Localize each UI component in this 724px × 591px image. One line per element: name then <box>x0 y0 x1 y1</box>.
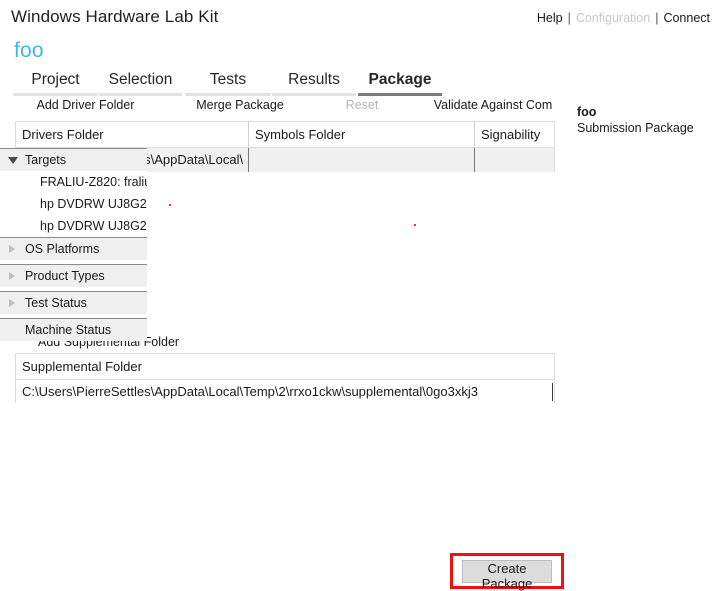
header-separator-2: | <box>655 11 659 25</box>
tab-tests[interactable]: Tests <box>185 70 271 96</box>
annotation-dot-1 <box>169 204 171 206</box>
tab-strip: Project Selection Tests Results Package <box>0 70 724 96</box>
tree-group-label-targets: Targets <box>25 153 66 167</box>
supplemental-grid-header: Supplemental Folder <box>16 354 554 380</box>
tab-package-label: Package <box>368 71 432 88</box>
panel-project-title: foo <box>577 105 597 119</box>
validate-against-com-button[interactable]: Validate Against Com <box>413 96 573 117</box>
tree-group-header-test-status[interactable]: Test Status <box>0 291 147 314</box>
drivers-grid-header: Drivers Folder Symbols Folder Signabilit… <box>16 122 554 148</box>
triangle-right-icon[interactable] <box>9 299 15 307</box>
tree-group-header-os-platforms[interactable]: OS Platforms <box>0 237 147 260</box>
triangle-right-icon[interactable] <box>9 245 15 253</box>
app-header: Windows Hardware Lab Kit Help | Configurat… <box>0 0 724 34</box>
tree-group-label-product-types: Product Types <box>25 269 105 283</box>
tree-group-label-os-platforms: OS Platforms <box>25 242 100 256</box>
tab-tests-label: Tests <box>209 71 247 88</box>
tab-package[interactable]: Package <box>358 70 442 96</box>
tab-selection-label: Selection <box>108 71 173 88</box>
table-row[interactable]: C:\Users\PierreSettles\AppData\Local\Tem… <box>16 380 554 404</box>
column-header-symbols-folder[interactable]: Symbols Folder <box>248 122 474 147</box>
tree-group-label-test-status: Test Status <box>25 296 87 310</box>
triangle-down-icon[interactable] <box>8 157 18 164</box>
project-name-title: foo <box>14 39 44 62</box>
column-header-supplemental-folder[interactable]: Supplemental Folder <box>16 354 554 379</box>
cell-symbols-folder[interactable] <box>248 148 474 172</box>
header-links: Help | Configuration | Connect <box>537 11 710 25</box>
tree-group-machine-status: Machine Status <box>0 318 147 341</box>
header-link-configuration[interactable]: Configuration <box>576 11 650 25</box>
merge-package-button[interactable]: Merge Package <box>175 96 305 117</box>
tab-project[interactable]: Project <box>13 70 98 96</box>
list-item[interactable]: hp DVDRW UJ8G2A <box>0 193 147 215</box>
supplemental-folder-grid: Supplemental Folder C:\Users\PierreSettl… <box>15 353 555 404</box>
annotation-dot-2 <box>414 224 416 226</box>
cell-supplemental-folder[interactable]: C:\Users\PierreSettles\AppData\Local\Tem… <box>16 380 546 404</box>
create-package-button[interactable]: Create Package <box>462 560 552 591</box>
panel-subtitle: Submission Package <box>577 121 694 135</box>
tree-group-header-targets[interactable]: Targets <box>0 148 147 171</box>
tree-group-header-product-types[interactable]: Product Types <box>0 264 147 287</box>
text-caret <box>552 383 553 401</box>
tree-group-label-machine-status: Machine Status <box>25 323 112 337</box>
tree-group-header-machine-status[interactable]: Machine Status <box>0 318 147 341</box>
header-link-connect[interactable]: Connect <box>663 11 710 25</box>
tab-project-label: Project <box>31 71 80 88</box>
tab-results[interactable]: Results <box>272 70 356 96</box>
tree-group-product-types: Product Types <box>0 264 147 287</box>
list-item[interactable]: hp DVDRW UJ8G2A <box>0 215 147 237</box>
triangle-right-icon[interactable] <box>9 272 15 280</box>
tree-group-targets: Targets FRALIU-Z820: fraliu: hp DVDRW UJ… <box>0 148 147 237</box>
header-separator-1: | <box>567 11 571 25</box>
tree-group-test-status: Test Status <box>0 291 147 314</box>
list-item[interactable]: FRALIU-Z820: fraliu: <box>0 171 147 193</box>
add-driver-folder-button[interactable]: Add Driver Folder <box>13 96 158 117</box>
submission-package-panel: foo Submission Package <box>577 104 724 137</box>
reset-button[interactable]: Reset <box>322 96 402 117</box>
tree-group-os-platforms: OS Platforms <box>0 237 147 260</box>
column-header-drivers-folder[interactable]: Drivers Folder <box>16 122 248 147</box>
cell-signability[interactable] <box>474 148 554 172</box>
tab-selection[interactable]: Selection <box>99 70 182 96</box>
column-header-signability[interactable]: Signability <box>474 122 554 147</box>
header-link-help[interactable]: Help <box>537 11 563 25</box>
app-title: Windows Hardware Lab Kit <box>11 7 219 26</box>
tab-results-label: Results <box>288 71 340 88</box>
